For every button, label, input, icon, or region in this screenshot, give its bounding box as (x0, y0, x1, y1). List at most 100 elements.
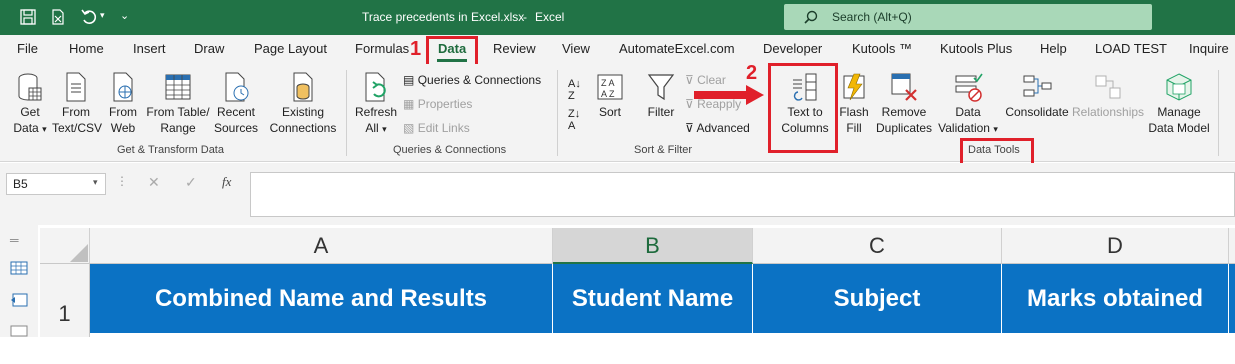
advanced-button[interactable]: ⊽ Advanced (685, 120, 750, 136)
title-bar: ▾ ⌄ Trace precedents in Excel.xlsx - Exc… (0, 0, 1235, 35)
tab-help[interactable]: Help (1040, 41, 1067, 56)
ribbon-tabs: File Home Insert Draw Page Layout Formul… (0, 35, 1235, 64)
from-text-label-2: Text/CSV (52, 121, 103, 135)
properties-icon: ▦ (403, 97, 415, 111)
cancel-icon[interactable]: ✕ (148, 174, 160, 191)
header-cell-a1[interactable]: Combined Name and Results (90, 264, 553, 333)
select-all-corner[interactable] (40, 228, 90, 264)
name-box[interactable]: B5 ▾ (6, 173, 106, 195)
sort-button[interactable]: Z AA Z Sort (594, 72, 626, 120)
from-web-button[interactable]: From Web (105, 72, 141, 136)
get-data-label-1: Get (20, 105, 40, 119)
web-icon (113, 72, 133, 102)
existing-connections-button[interactable]: Existing Connections (267, 72, 339, 136)
tab-automateexcel[interactable]: AutomateExcel.com (619, 41, 735, 56)
existing-connections-label-2: Connections (269, 121, 337, 135)
data-validation-icon (955, 73, 983, 102)
text-to-columns-highlight (768, 63, 838, 153)
recent-sources-label-2: Sources (213, 121, 259, 135)
group-label-queries: Queries & Connections (393, 144, 507, 156)
search-placeholder: Search (Alt+Q) (832, 10, 912, 24)
tab-home[interactable]: Home (69, 41, 104, 56)
refresh-all-button[interactable]: Refresh All ▾ (354, 72, 398, 137)
filter-icon (647, 74, 675, 101)
step-2-label: 2 (746, 62, 758, 84)
name-box-dropdown-icon[interactable]: ▾ (93, 177, 98, 188)
undo-dropdown-icon[interactable]: ▾ (100, 10, 105, 21)
flash-fill-button[interactable]: Flash Fill (838, 72, 870, 136)
recent-sources-button[interactable]: Recent Sources (213, 72, 259, 136)
get-data-button[interactable]: Get Data ▾ (9, 72, 51, 137)
save-icon[interactable] (20, 9, 36, 25)
tab-view[interactable]: View (562, 41, 590, 56)
sort-icon: Z AA Z (597, 74, 623, 100)
edit-links-label: Edit Links (417, 121, 470, 135)
tab-page-layout[interactable]: Page Layout (254, 41, 327, 56)
get-data-label-2: Data (13, 121, 39, 135)
sheet-view-icon[interactable] (10, 261, 28, 275)
tab-kutools[interactable]: Kutools ™ (852, 41, 912, 56)
comments-pane-icon[interactable] (10, 293, 28, 307)
customize-toolbar-icon[interactable]: ⌄ (120, 9, 129, 22)
formula-input[interactable] (250, 172, 1235, 217)
pane-icon[interactable] (10, 325, 28, 337)
flash-fill-label-2: Fill (846, 121, 862, 135)
column-header-e[interactable] (1229, 228, 1235, 264)
red-arrow-icon (694, 85, 764, 105)
edit-links-button[interactable]: ▧ Edit Links (403, 120, 470, 136)
group-label-get-transform: Get & Transform Data (117, 144, 224, 156)
title-separator: - (523, 10, 527, 24)
flash-fill-icon (843, 73, 865, 101)
manage-data-model-button[interactable]: Manage Data Model (1146, 72, 1212, 136)
tab-insert[interactable]: Insert (133, 41, 166, 56)
column-header-c[interactable]: C (753, 228, 1002, 264)
side-toolbar: ═ (0, 225, 38, 337)
sort-descending-button[interactable]: Z↓ A (568, 108, 580, 132)
tab-developer[interactable]: Developer (763, 41, 822, 56)
drag-handle-icon: ═ (10, 233, 19, 247)
header-cell-b1[interactable]: Student Name (553, 264, 753, 333)
refresh-all-label-2: All (365, 121, 379, 135)
tab-inquire[interactable]: Inquire (1189, 41, 1229, 56)
column-header-a[interactable]: A (90, 228, 553, 264)
manage-data-model-label-1: Manage (1157, 105, 1201, 119)
data-validation-button[interactable]: Data Validation ▾ (936, 72, 1000, 137)
properties-button[interactable]: ▦ Properties (403, 96, 472, 112)
search-box[interactable]: Search (Alt+Q) (784, 4, 1152, 30)
enter-icon[interactable]: ✓ (185, 174, 197, 191)
tab-formulas[interactable]: Formulas (355, 41, 409, 56)
undo-icon[interactable] (80, 8, 98, 26)
relationships-icon (1095, 75, 1121, 99)
from-table-range-button[interactable]: From Table/ Range (145, 72, 211, 136)
tab-load-test[interactable]: LOAD TEST (1095, 41, 1167, 56)
from-text-csv-button[interactable]: From Text/CSV (52, 72, 103, 136)
sort-ascending-button[interactable]: A↓ Z (568, 78, 581, 102)
filter-button[interactable]: Filter (644, 72, 678, 120)
svg-text:A Z: A Z (601, 89, 615, 99)
consolidate-button[interactable]: Consolidate (1004, 72, 1070, 120)
row-header-1[interactable]: 1 (40, 264, 90, 337)
insert-function-icon[interactable]: fx (222, 174, 231, 190)
header-cell-d1[interactable]: Marks obtained (1002, 264, 1229, 333)
queries-connections-button[interactable]: ▤ Queries & Connections (403, 72, 541, 88)
remove-duplicates-button[interactable]: Remove Duplicates (876, 72, 932, 136)
formula-bar-grip-icon: ⋮ (116, 174, 128, 188)
relationships-button[interactable]: Relationships (1072, 72, 1144, 120)
header-cell-e1[interactable] (1229, 264, 1235, 333)
header-cell-c1[interactable]: Subject (753, 264, 1002, 333)
sort-label: Sort (598, 105, 621, 119)
advanced-label: Advanced (696, 121, 750, 135)
search-icon (804, 10, 818, 24)
refresh-icon (365, 72, 386, 102)
column-header-b[interactable]: B (553, 228, 753, 264)
tab-kutools-plus[interactable]: Kutools Plus (940, 41, 1012, 56)
tab-draw[interactable]: Draw (194, 41, 224, 56)
flash-fill-label-1: Flash (839, 105, 869, 119)
tab-review[interactable]: Review (493, 41, 536, 56)
queries-icon: ▤ (403, 73, 415, 87)
advanced-filter-icon: ⊽ (685, 121, 694, 135)
tab-file[interactable]: File (17, 41, 38, 56)
filter-label: Filter (647, 105, 675, 119)
column-header-d[interactable]: D (1002, 228, 1229, 264)
new-file-icon[interactable] (50, 9, 66, 25)
